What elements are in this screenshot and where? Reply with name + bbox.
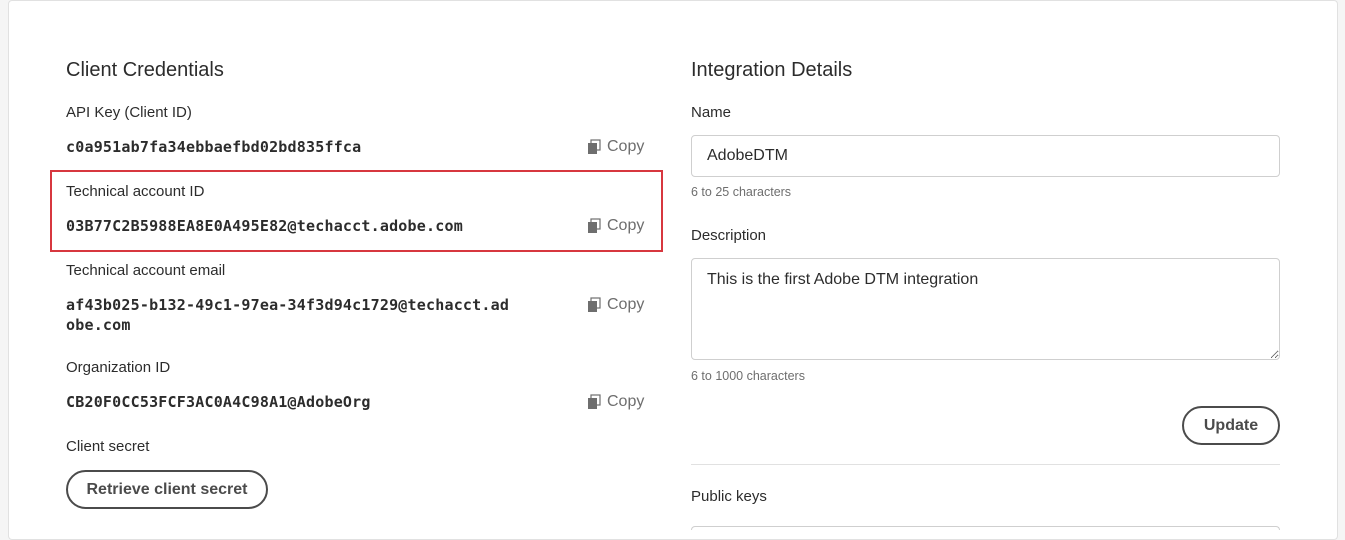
retrieve-client-secret-button[interactable]: Retrieve client secret: [66, 470, 268, 509]
copy-label: Copy: [607, 138, 645, 155]
copy-api-key-button[interactable]: Copy: [587, 138, 644, 156]
copy-icon: [587, 218, 601, 234]
description-label: Description: [691, 227, 767, 244]
copy-icon: [587, 139, 601, 155]
api-key-label: API Key (Client ID): [66, 104, 192, 121]
copy-icon: [587, 394, 601, 410]
copy-label: Copy: [607, 393, 645, 410]
technical-account-email-value-line2: obe.com: [66, 316, 131, 334]
organization-id-value: CB20F0CC53FCF3AC0A4C98A1@AdobeOrg: [66, 393, 371, 411]
api-key-value: c0a951ab7fa34ebbaefbd02bd835ffca: [66, 138, 362, 156]
description-textarea[interactable]: This is the first Adobe DTM integration: [691, 258, 1280, 360]
name-hint: 6 to 25 characters: [691, 185, 792, 199]
client-credentials-title: Client Credentials: [66, 59, 224, 81]
description-hint: 6 to 1000 characters: [691, 369, 805, 383]
client-secret-label: Client secret: [66, 438, 150, 455]
technical-account-email-value-line1: af43b025-b132-49c1-97ea-34f3d94c1729@tec…: [66, 296, 510, 314]
update-button[interactable]: Update: [1182, 406, 1280, 445]
integration-details-title: Integration Details: [691, 59, 853, 81]
name-label: Name: [691, 104, 732, 121]
public-keys-label: Public keys: [691, 488, 767, 505]
copy-label: Copy: [607, 296, 645, 313]
copy-technical-account-id-button[interactable]: Copy: [587, 217, 644, 235]
copy-organization-id-button[interactable]: Copy: [587, 393, 644, 411]
public-keys-box: [691, 526, 1280, 530]
copy-icon: [587, 297, 601, 313]
name-input[interactable]: [691, 135, 1280, 177]
technical-account-id-value: 03B77C2B5988EA8E0A495E82@techacct.adobe.…: [66, 217, 463, 235]
technical-account-id-label: Technical account ID: [66, 183, 205, 200]
organization-id-label: Organization ID: [66, 359, 171, 376]
technical-account-email-label: Technical account email: [66, 262, 226, 279]
copy-label: Copy: [607, 217, 645, 234]
copy-technical-account-email-button[interactable]: Copy: [587, 296, 644, 314]
section-divider: [691, 464, 1280, 465]
